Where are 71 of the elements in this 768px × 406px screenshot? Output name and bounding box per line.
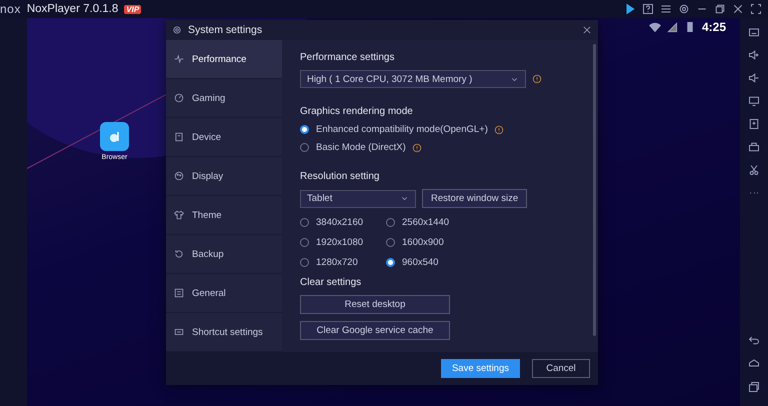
info-icon (532, 74, 542, 84)
sidebar-item[interactable]: Gaming (166, 79, 282, 118)
cancel-button[interactable]: Cancel (532, 359, 590, 378)
scrollbar[interactable] (593, 44, 596, 336)
gear-icon (172, 25, 182, 35)
sidebar-item[interactable]: Display (166, 157, 282, 196)
section-heading: Clear settings (300, 277, 362, 288)
help-icon[interactable] (642, 3, 654, 15)
keyboard-icon (174, 327, 184, 337)
section-heading: Performance settings (300, 52, 396, 63)
sidebar-item[interactable]: Backup (166, 235, 282, 274)
recent-apps-icon[interactable] (748, 381, 760, 393)
radio-option[interactable]: Enhanced compatibility mode(OpenGL+) (300, 124, 488, 135)
sidebar-item[interactable]: Device (166, 118, 282, 157)
section-heading: Resolution setting (300, 171, 380, 182)
info-icon (494, 124, 504, 134)
play-icon[interactable] (624, 3, 636, 15)
keyboard-icon[interactable] (748, 26, 760, 38)
radio-icon[interactable] (386, 238, 395, 247)
monitor-icon[interactable] (748, 95, 760, 107)
home-icon[interactable] (748, 357, 760, 369)
resolution-dropdown[interactable]: Tablet (300, 190, 416, 208)
section-heading: Graphics rendering mode (300, 106, 414, 117)
radio-option[interactable]: 1280x720 (300, 257, 386, 268)
pulse-icon (174, 54, 184, 64)
sidebar-item[interactable]: General (166, 274, 282, 313)
performance-dropdown[interactable]: High ( 1 Core CPU, 3072 MB Memory ) (300, 70, 526, 88)
sidebar-item[interactable]: Performance (166, 40, 282, 79)
close-icon[interactable] (732, 3, 744, 15)
sidebar-item[interactable]: Theme (166, 196, 282, 235)
backup-icon (174, 249, 184, 259)
menu-icon[interactable] (660, 3, 672, 15)
palette-icon (174, 171, 184, 181)
back-icon[interactable] (748, 334, 760, 346)
shirt-icon (174, 210, 184, 220)
apk-icon[interactable] (748, 118, 760, 130)
radio-option[interactable]: 3840x2160 (300, 217, 386, 228)
radio-icon[interactable] (300, 143, 309, 152)
radio-icon[interactable] (300, 258, 309, 267)
device-icon (174, 132, 184, 142)
vip-badge: VIP (124, 4, 142, 14)
radio-icon[interactable] (386, 258, 395, 267)
wifi-icon (648, 21, 661, 33)
radio-option[interactable]: 960x540 (386, 257, 486, 268)
document-icon (174, 288, 184, 298)
radio-icon[interactable] (300, 218, 309, 227)
signal-icon (666, 22, 678, 32)
browser-app-icon[interactable] (100, 122, 129, 151)
radio-option[interactable]: 1600x900 (386, 237, 486, 248)
volume-down-icon[interactable] (748, 72, 760, 84)
settings-icon[interactable] (678, 3, 690, 15)
radio-icon[interactable] (300, 125, 309, 134)
info-icon (412, 142, 422, 152)
clear-button[interactable]: Reset desktop (300, 295, 450, 314)
dialog-title: System settings (188, 24, 264, 36)
scissors-icon[interactable] (748, 164, 760, 176)
close-icon[interactable] (582, 25, 592, 35)
fullscreen-icon[interactable] (750, 3, 762, 15)
radio-option[interactable]: 1920x1080 (300, 237, 386, 248)
restore-window-button[interactable]: Restore window size (422, 189, 528, 208)
app-logo: nox (0, 2, 21, 16)
volume-up-icon[interactable] (748, 49, 760, 61)
gauge-icon (174, 93, 184, 103)
window-title: NoxPlayer 7.0.1.8 (26, 3, 118, 15)
radio-option[interactable]: Basic Mode (DirectX) (300, 142, 406, 153)
restore-icon[interactable] (714, 3, 726, 15)
radio-icon[interactable] (300, 238, 309, 247)
radio-option[interactable]: 2560x1440 (386, 217, 486, 228)
radio-icon[interactable] (386, 218, 395, 227)
clear-button[interactable]: Clear Google service cache (300, 321, 450, 340)
clock-time: 4:25 (702, 20, 726, 34)
